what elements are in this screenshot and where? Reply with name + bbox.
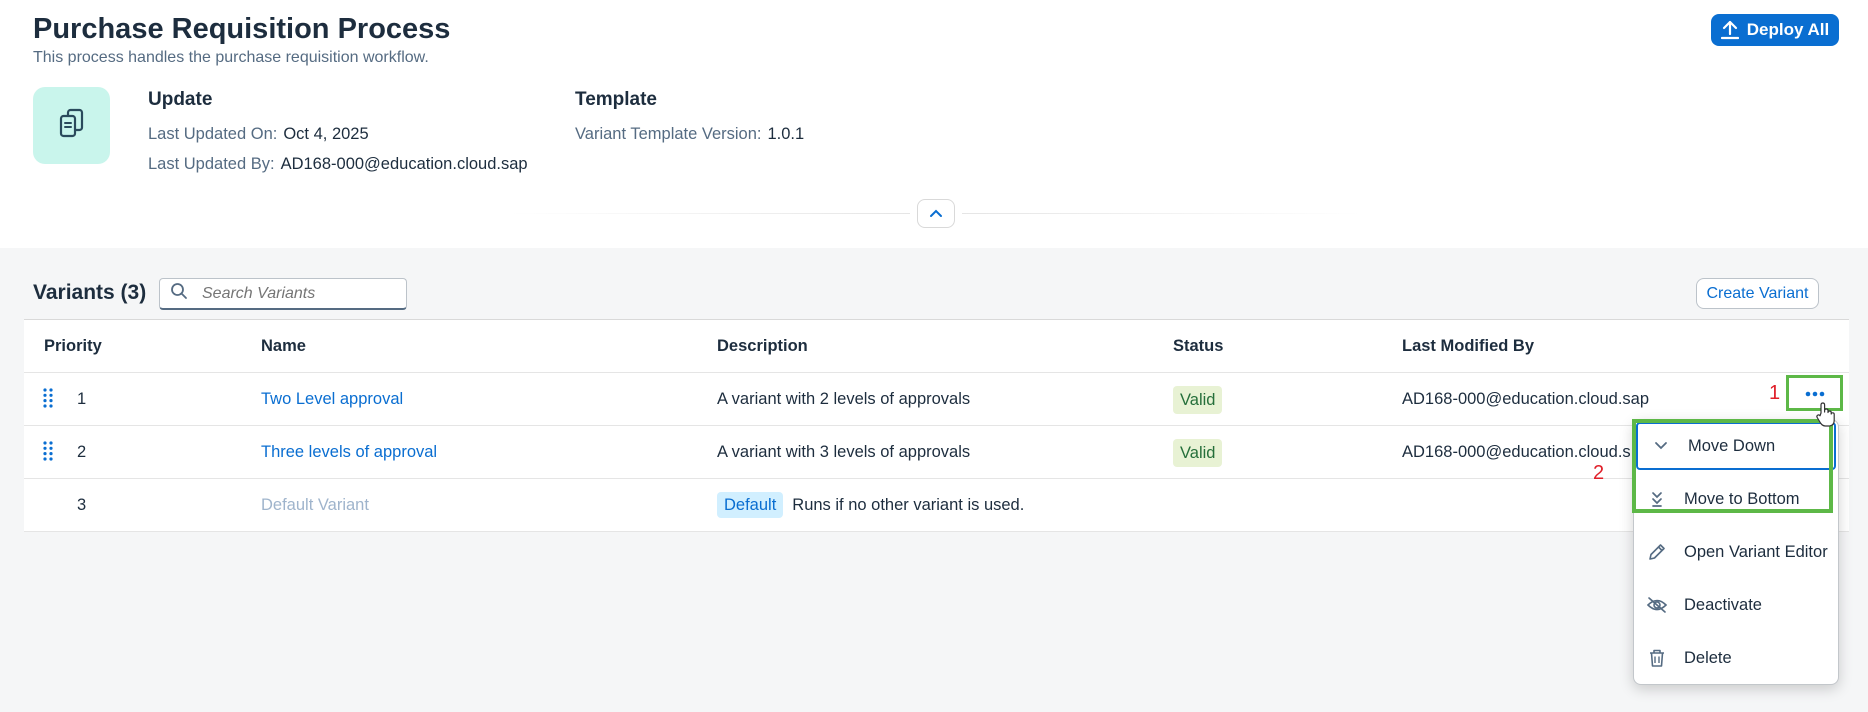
search-input[interactable] bbox=[202, 284, 382, 303]
drag-handle-icon[interactable] bbox=[43, 388, 53, 413]
template-version: Variant Template Version: 1.0.1 bbox=[575, 125, 804, 144]
menu-item-move-down[interactable]: Move Down bbox=[1636, 422, 1836, 470]
last-updated-on-label: Last Updated On: bbox=[148, 125, 278, 143]
update-heading: Update bbox=[148, 89, 213, 110]
table-row[interactable]: 3 Default Variant Default Runs if no othe… bbox=[24, 479, 1849, 532]
annotation-step-2: 2 bbox=[1593, 462, 1605, 484]
table-header: Priority Name Description Status Last Mo… bbox=[24, 320, 1849, 373]
column-header-name[interactable]: Name bbox=[261, 337, 306, 356]
table-row[interactable]: 1 Two Level approval A variant with 2 le… bbox=[24, 373, 1849, 426]
column-header-status[interactable]: Status bbox=[1173, 337, 1223, 356]
last-updated-on-value: Oct 4, 2025 bbox=[283, 125, 369, 143]
documents-icon bbox=[56, 107, 88, 144]
variant-name-link: Default Variant bbox=[261, 496, 369, 514]
status-badge: Valid bbox=[1173, 386, 1223, 414]
variant-name-link[interactable]: Three levels of approval bbox=[261, 443, 437, 462]
table-row[interactable]: 2 Three levels of approval A variant wit… bbox=[24, 426, 1849, 479]
update-section: Update bbox=[148, 89, 212, 111]
trash-icon bbox=[1646, 647, 1668, 669]
object-header: Purchase Requisition Process This proces… bbox=[0, 0, 1868, 248]
last-updated-on: Last Updated On: Oct 4, 2025 bbox=[148, 125, 369, 144]
annotation-step-1: 1 bbox=[1769, 382, 1781, 404]
last-updated-by: Last Updated By: AD168-000@education.clou… bbox=[148, 155, 528, 174]
template-version-label: Variant Template Version: bbox=[575, 125, 762, 143]
row-actions-menu: Move Down Move to Bottom Open Variant Ed… bbox=[1633, 419, 1839, 685]
column-header-last-modified-by[interactable]: Last Modified By bbox=[1402, 337, 1534, 356]
page-subtitle: This process handles the purchase requis… bbox=[33, 49, 429, 66]
template-section: Template bbox=[575, 89, 657, 111]
header-divider-left bbox=[510, 213, 910, 214]
description-text: Runs if no other variant is used. bbox=[792, 496, 1025, 514]
modified-by-cell: AD168-000@education.cloud.sap bbox=[1402, 390, 1650, 408]
menu-item-label: Move Down bbox=[1688, 436, 1776, 455]
status-badge: Valid bbox=[1173, 439, 1223, 467]
chevron-up-icon bbox=[929, 205, 943, 223]
template-heading: Template bbox=[575, 89, 658, 110]
chevron-down-icon bbox=[1650, 435, 1672, 457]
search-icon bbox=[170, 282, 188, 305]
menu-item-move-to-bottom[interactable]: Move to Bottom bbox=[1634, 475, 1838, 523]
description-cell: Default Runs if no other variant is used. bbox=[717, 492, 1024, 518]
template-version-value: 1.0.1 bbox=[767, 125, 805, 143]
double-chevron-down-icon bbox=[1646, 488, 1668, 510]
deploy-all-label: Deploy All bbox=[1746, 20, 1830, 39]
menu-item-delete[interactable]: Delete bbox=[1634, 634, 1838, 682]
column-header-priority[interactable]: Priority bbox=[44, 337, 102, 356]
description-cell: A variant with 2 levels of approvals bbox=[717, 390, 971, 408]
modified-by-cell: AD168-000@education.cloud.s bbox=[1402, 443, 1631, 461]
collapse-header-button[interactable] bbox=[917, 199, 955, 228]
menu-item-label: Deactivate bbox=[1684, 595, 1762, 614]
column-header-description[interactable]: Description bbox=[717, 337, 808, 356]
menu-item-label: Move to Bottom bbox=[1684, 489, 1800, 508]
header-divider-right bbox=[962, 213, 1362, 214]
variants-title: Variants (3) bbox=[33, 281, 147, 304]
priority-cell: 1 bbox=[77, 390, 87, 408]
menu-item-label: Open Variant Editor bbox=[1684, 542, 1828, 561]
search-field[interactable] bbox=[159, 278, 407, 310]
priority-cell: 2 bbox=[77, 443, 87, 461]
last-updated-by-value: AD168-000@education.cloud.sap bbox=[280, 155, 528, 173]
upload-icon bbox=[1720, 20, 1739, 40]
process-avatar bbox=[33, 87, 110, 164]
default-badge: Default bbox=[717, 492, 784, 518]
hide-icon bbox=[1646, 594, 1668, 616]
more-icon bbox=[1805, 384, 1825, 402]
page-title: Purchase Requisition Process bbox=[33, 13, 451, 45]
description-cell: A variant with 3 levels of approvals bbox=[717, 443, 971, 461]
menu-item-open-variant-editor[interactable]: Open Variant Editor bbox=[1634, 528, 1838, 576]
pencil-icon bbox=[1646, 541, 1668, 563]
deploy-all-button[interactable]: Deploy All bbox=[1711, 14, 1839, 46]
menu-item-deactivate[interactable]: Deactivate bbox=[1634, 581, 1838, 629]
last-updated-by-label: Last Updated By: bbox=[148, 155, 275, 173]
variant-name-link[interactable]: Two Level approval bbox=[261, 390, 403, 409]
priority-cell: 3 bbox=[77, 496, 87, 514]
create-variant-button[interactable]: Create Variant bbox=[1696, 278, 1819, 309]
drag-handle-icon[interactable] bbox=[43, 441, 53, 466]
hand-cursor-icon bbox=[1815, 402, 1837, 433]
menu-item-label: Delete bbox=[1684, 648, 1732, 667]
variants-table: Priority Name Description Status Last Mo… bbox=[24, 319, 1849, 532]
